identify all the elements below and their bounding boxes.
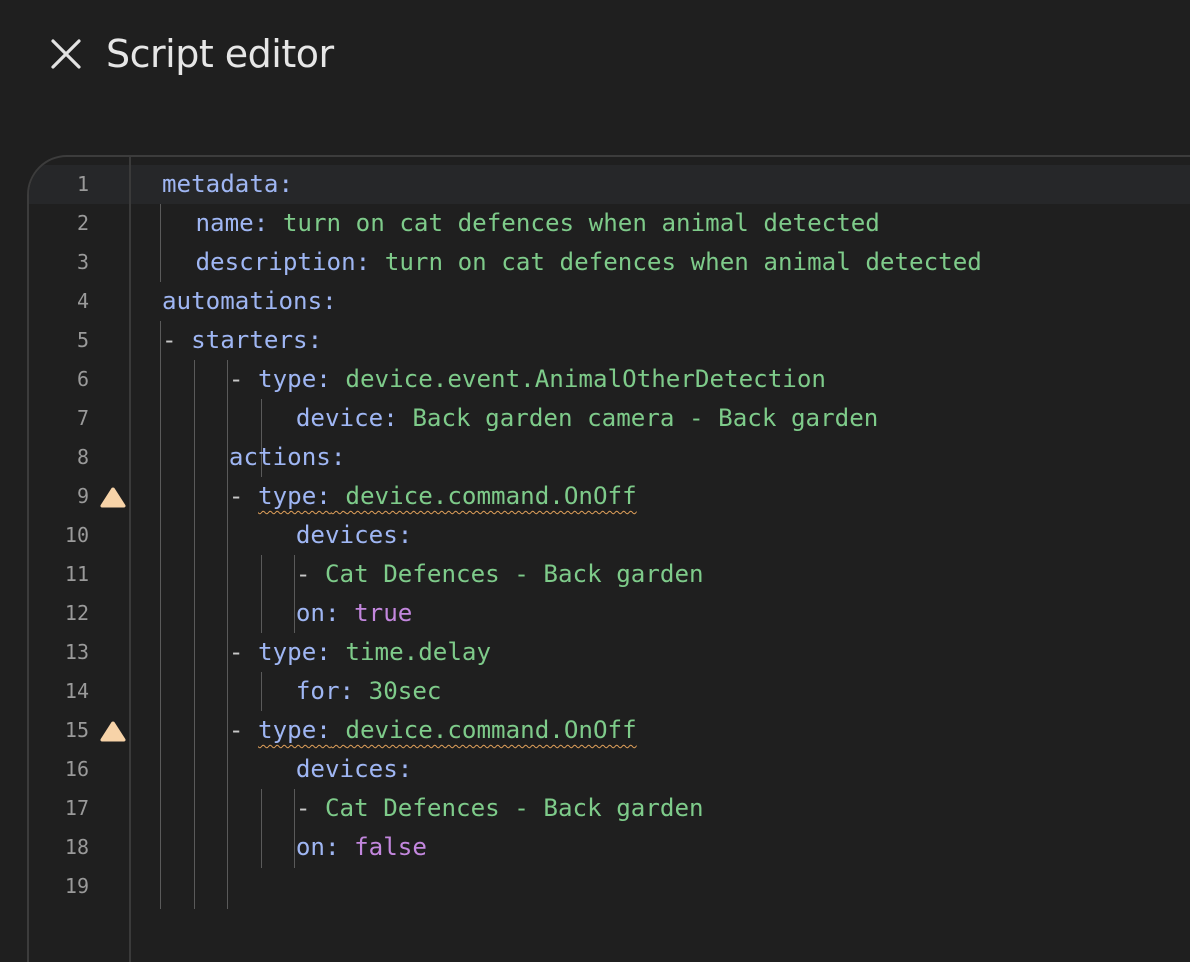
code-text[interactable]: - Cat Defences - Back garden xyxy=(296,789,704,828)
code-text[interactable]: - type: device.event.AnimalOtherDetectio… xyxy=(229,360,826,399)
yaml-value: turn on cat defences when animal detecte… xyxy=(384,248,982,276)
yaml-value: turn on cat defences when animal detecte… xyxy=(282,209,880,237)
line-number: 16 xyxy=(64,757,89,781)
line-number: 15 xyxy=(64,718,89,742)
yaml-key: type: xyxy=(258,716,331,744)
list-dash: - xyxy=(295,794,325,822)
warning-icon[interactable] xyxy=(99,720,127,742)
yaml-value: time.delay xyxy=(345,638,492,666)
yaml-key: devices: xyxy=(295,521,413,549)
code-line[interactable]: 5 - starters: xyxy=(29,321,1190,360)
code-line[interactable]: 2 name: turn on cat defences when animal … xyxy=(29,204,1190,243)
line-number: 2 xyxy=(76,211,89,235)
line-number: 1 xyxy=(76,172,89,196)
list-dash: - xyxy=(228,716,259,744)
yaml-key: for: xyxy=(295,677,355,705)
code-text[interactable]: - type: device.command.OnOff xyxy=(229,477,637,516)
code-line[interactable]: 15 - type: device.command.OnOff xyxy=(29,711,1190,750)
line-number: 18 xyxy=(64,835,89,859)
yaml-key: automations: xyxy=(162,287,337,315)
yaml-boolean: false xyxy=(354,833,427,861)
code-line[interactable]: 16 devices: xyxy=(29,750,1190,789)
yaml-key: type: xyxy=(258,638,331,666)
list-dash: - xyxy=(295,560,325,588)
line-number: 6 xyxy=(76,367,89,391)
yaml-boolean: true xyxy=(354,599,413,627)
yaml-value: 30sec xyxy=(368,677,442,705)
yaml-key: type: xyxy=(258,365,331,393)
list-dash: - xyxy=(162,326,192,354)
yaml-key: type: xyxy=(258,482,331,510)
yaml-key: actions: xyxy=(228,443,346,471)
yaml-value: Cat Defences - Back garden xyxy=(324,560,704,588)
code-text[interactable]: metadata: xyxy=(162,165,293,204)
yaml-key: metadata: xyxy=(162,170,294,198)
code-line[interactable]: 9 - type: device.command.OnOff xyxy=(29,477,1190,516)
code-text[interactable]: actions: xyxy=(229,438,346,477)
code-line[interactable]: 13 - type: time.delay xyxy=(29,633,1190,672)
list-dash: - xyxy=(228,482,259,510)
line-number: 4 xyxy=(76,289,89,313)
code-text[interactable]: devices: xyxy=(296,750,413,789)
line-number: 17 xyxy=(64,796,89,820)
line-number: 5 xyxy=(76,328,89,352)
line-number: 8 xyxy=(76,445,89,469)
list-dash: - xyxy=(228,638,259,666)
line-number: 14 xyxy=(64,679,89,703)
code-text[interactable]: for: 30sec xyxy=(296,672,442,711)
line-number: 13 xyxy=(64,640,89,664)
line-number: 9 xyxy=(76,484,89,508)
code-text[interactable]: - Cat Defences - Back garden xyxy=(296,555,704,594)
code-text[interactable]: - starters: xyxy=(162,321,322,360)
code-line[interactable]: 4 automations: xyxy=(29,282,1190,321)
code-line[interactable]: 7 device: Back garden camera - Back garde… xyxy=(29,399,1190,438)
code-line[interactable]: 11 - Cat Defences - Back garden xyxy=(29,555,1190,594)
code-line[interactable]: 14 for: 30sec xyxy=(29,672,1190,711)
yaml-key: name: xyxy=(195,209,269,237)
code-text[interactable]: on: false xyxy=(296,828,427,867)
close-icon xyxy=(51,39,81,69)
line-number: 3 xyxy=(76,250,89,274)
warning-icon[interactable] xyxy=(99,486,127,508)
code-line[interactable]: 3 description: turn on cat defences when … xyxy=(29,243,1190,282)
close-button[interactable] xyxy=(44,32,88,76)
code-text[interactable]: automations: xyxy=(162,282,337,321)
code-text[interactable]: on: true xyxy=(296,594,413,633)
yaml-key: on: xyxy=(295,599,340,627)
line-number: 7 xyxy=(76,406,89,430)
yaml-key: on: xyxy=(295,833,340,861)
code-text[interactable]: device: Back garden camera - Back garden xyxy=(296,399,879,438)
code-line[interactable]: 10 devices: xyxy=(29,516,1190,555)
code-line[interactable]: 8 actions: xyxy=(29,438,1190,477)
code-line[interactable]: 19 xyxy=(29,867,1190,906)
code-editor[interactable]: 1 metadata: 2 name: turn on cat defences wh… xyxy=(27,155,1190,962)
yaml-value: device.command.OnOff xyxy=(345,716,637,744)
code-line[interactable]: 1 metadata: xyxy=(29,165,1190,204)
yaml-value: Cat Defences - Back garden xyxy=(324,794,704,822)
yaml-value: device.command.OnOff xyxy=(345,482,637,510)
line-number: 12 xyxy=(64,601,89,625)
yaml-key: starters: xyxy=(191,326,323,354)
line-number: 10 xyxy=(64,523,89,547)
code-text[interactable]: - type: device.command.OnOff xyxy=(229,711,637,750)
list-dash: - xyxy=(228,365,259,393)
code-text[interactable]: devices: xyxy=(296,516,413,555)
yaml-key: device: xyxy=(295,404,398,432)
line-number: 19 xyxy=(64,874,89,898)
yaml-key: devices: xyxy=(295,755,413,783)
yaml-value: device.event.AnimalOtherDetection xyxy=(345,365,826,393)
page-title: Script editor xyxy=(106,32,334,76)
yaml-value: Back garden camera - Back garden xyxy=(412,404,879,432)
code-text[interactable]: name: turn on cat defences when animal d… xyxy=(195,204,879,243)
editor-header: Script editor xyxy=(0,0,1190,110)
code-line[interactable]: 17 - Cat Defences - Back garden xyxy=(29,789,1190,828)
code-text[interactable]: description: turn on cat defences when a… xyxy=(195,243,981,282)
code-text[interactable]: - type: time.delay xyxy=(229,633,491,672)
yaml-key: description: xyxy=(195,248,371,276)
code-line[interactable]: 18 on: false xyxy=(29,828,1190,867)
line-number: 11 xyxy=(64,562,89,586)
code-line[interactable]: 6 - type: device.event.AnimalOtherDetecti… xyxy=(29,360,1190,399)
code-line[interactable]: 12 on: true xyxy=(29,594,1190,633)
